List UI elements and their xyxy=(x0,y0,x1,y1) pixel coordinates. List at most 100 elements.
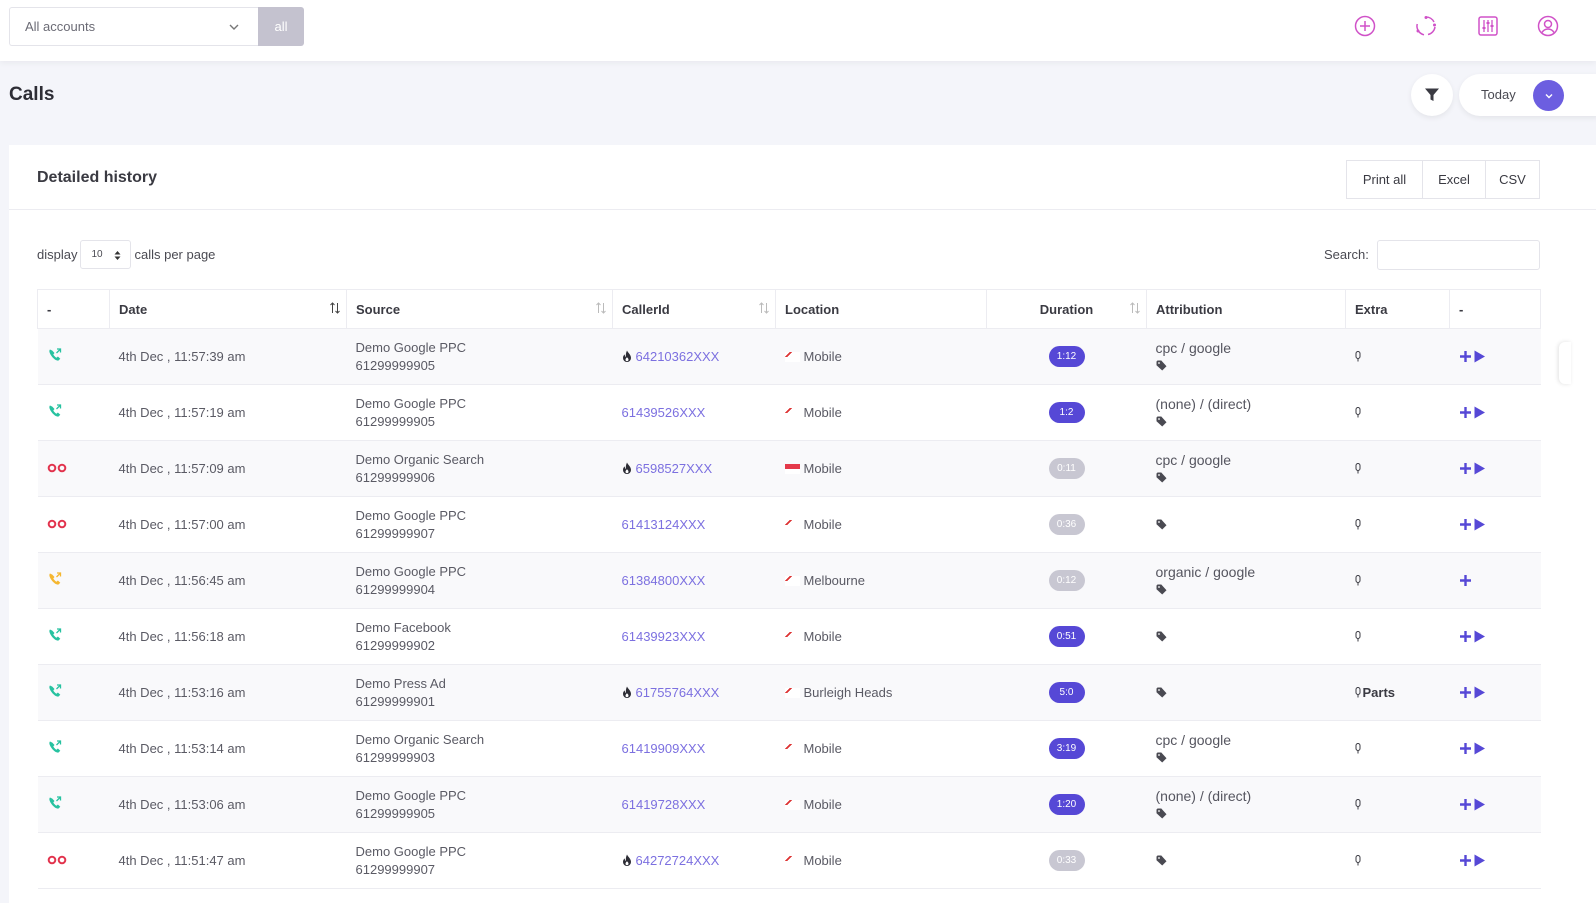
table-row[interactable]: 4th Dec , 11:57:39 am Demo Google PPC 61… xyxy=(37,328,1541,385)
source-cell: Demo Organic Search 61299999906 xyxy=(346,440,613,497)
excel-button[interactable]: Excel xyxy=(1422,160,1486,199)
tag-icon[interactable] xyxy=(1156,360,1167,371)
call-date: 4th Dec , 11:53:14 am xyxy=(109,720,347,777)
table-row[interactable]: 4th Dec , 11:53:06 am Demo Google PPC 61… xyxy=(37,776,1541,833)
table-row[interactable]: 4th Dec , 11:57:19 am Demo Google PPC 61… xyxy=(37,384,1541,441)
duration-cell: 1:12 xyxy=(986,328,1147,385)
mic-icon[interactable] xyxy=(1355,575,1361,586)
table-row[interactable]: 4th Dec , 11:56:45 am Demo Google PPC 61… xyxy=(37,552,1541,609)
add-note-icon[interactable] xyxy=(1459,742,1472,755)
callerid-link[interactable]: 61419909XXX xyxy=(622,741,706,756)
date-range-label: Today xyxy=(1481,87,1516,102)
tag-icon[interactable] xyxy=(1156,584,1167,595)
table-row[interactable]: 4th Dec , 11:56:18 am Demo Facebook 6129… xyxy=(37,608,1541,665)
play-recording-icon[interactable] xyxy=(1473,350,1486,363)
table-row[interactable]: 4th Dec , 11:51:47 am Demo Google PPC 61… xyxy=(37,832,1541,889)
callerid-link[interactable]: 61384800XXX xyxy=(622,573,706,588)
callerid-link[interactable]: 6598527XXX xyxy=(636,461,713,476)
table-row[interactable]: 4th Dec , 11:57:00 am Demo Google PPC 61… xyxy=(37,496,1541,553)
source-cell: Demo Google PPC 61299999905 xyxy=(346,776,613,833)
duration-badge: 1:12 xyxy=(1048,346,1085,367)
play-recording-icon[interactable] xyxy=(1473,518,1486,531)
tag-icon[interactable] xyxy=(1156,416,1167,427)
attribution-text: cpc / google xyxy=(1155,451,1232,468)
tag-icon[interactable] xyxy=(1156,472,1167,483)
col-header-date[interactable]: Date xyxy=(109,289,347,329)
add-circle-icon[interactable] xyxy=(1353,14,1377,38)
sort-icon xyxy=(759,302,769,314)
add-note-icon[interactable] xyxy=(1459,518,1472,531)
location-cell: Mobile xyxy=(775,832,987,889)
add-note-icon[interactable] xyxy=(1459,350,1472,363)
table-row[interactable]: 4th Dec , 11:53:16 am Demo Press Ad 6129… xyxy=(37,664,1541,721)
add-note-icon[interactable] xyxy=(1459,854,1472,867)
mic-icon[interactable] xyxy=(1355,687,1361,698)
callerid-link[interactable]: 61413124XXX xyxy=(622,517,706,532)
play-recording-icon[interactable] xyxy=(1473,406,1486,419)
mic-icon[interactable] xyxy=(1355,351,1361,362)
callerid-link[interactable]: 64272724XXX xyxy=(636,853,720,868)
filter-button[interactable] xyxy=(1411,74,1453,116)
add-note-icon[interactable] xyxy=(1459,462,1472,475)
date-range-dropdown-button[interactable] xyxy=(1533,80,1564,111)
add-note-icon[interactable] xyxy=(1459,630,1472,643)
csv-button[interactable]: CSV xyxy=(1485,160,1540,199)
callerid-link[interactable]: 61419728XXX xyxy=(622,797,706,812)
callerid-link[interactable]: 64210362XXX xyxy=(636,349,720,364)
duration-cell: 0:33 xyxy=(986,832,1147,889)
table-row[interactable]: 4th Dec , 11:57:09 am Demo Organic Searc… xyxy=(37,440,1541,497)
add-note-icon[interactable] xyxy=(1459,406,1472,419)
call-status-cell xyxy=(37,720,110,777)
date-range-picker[interactable]: Today xyxy=(1459,74,1596,116)
mic-icon[interactable] xyxy=(1355,407,1361,418)
fire-icon xyxy=(622,462,631,474)
mic-icon[interactable] xyxy=(1355,463,1361,474)
col-header-callerid[interactable]: CallerId xyxy=(612,289,776,329)
col-header-source[interactable]: Source xyxy=(346,289,613,329)
play-recording-icon[interactable] xyxy=(1473,742,1486,755)
tag-icon[interactable] xyxy=(1156,752,1167,763)
add-note-icon[interactable] xyxy=(1459,798,1472,811)
all-accounts-button[interactable]: all xyxy=(258,7,304,46)
flag-icon xyxy=(784,575,800,586)
mic-icon[interactable] xyxy=(1355,855,1361,866)
play-recording-icon[interactable] xyxy=(1473,630,1486,643)
play-recording-icon[interactable] xyxy=(1473,854,1486,867)
duration-badge: 0:33 xyxy=(1048,850,1085,871)
flag-icon xyxy=(784,743,800,754)
attribution-text: cpc / google xyxy=(1155,731,1232,748)
side-panel-handle[interactable] xyxy=(1559,342,1571,384)
tracking-number: 61299999906 xyxy=(355,469,436,485)
play-recording-icon[interactable] xyxy=(1473,462,1486,475)
mic-icon[interactable] xyxy=(1355,799,1361,810)
chevron-down-icon xyxy=(229,24,239,30)
add-note-icon[interactable] xyxy=(1459,686,1472,699)
table-row[interactable]: 4th Dec , 11:53:14 am Demo Organic Searc… xyxy=(37,720,1541,777)
mic-icon[interactable] xyxy=(1355,519,1361,530)
account-select[interactable]: All accounts xyxy=(9,7,258,46)
tag-icon[interactable] xyxy=(1156,631,1167,642)
col-header-actions: - xyxy=(1449,289,1541,329)
add-note-icon[interactable] xyxy=(1459,574,1472,587)
source-name: Demo Google PPC xyxy=(355,339,467,355)
per-page-select[interactable]: 10 xyxy=(80,240,132,269)
sync-icon[interactable] xyxy=(1414,14,1438,38)
tag-icon[interactable] xyxy=(1156,687,1167,698)
sliders-icon[interactable] xyxy=(1476,14,1500,38)
call-status-cell xyxy=(37,776,110,833)
tag-icon[interactable] xyxy=(1156,855,1167,866)
mic-icon[interactable] xyxy=(1355,743,1361,754)
col-header-duration[interactable]: Duration xyxy=(986,289,1147,329)
tag-icon[interactable] xyxy=(1156,519,1167,530)
callerid-link[interactable]: 61755764XXX xyxy=(636,685,720,700)
extra-cell xyxy=(1345,776,1450,833)
mic-icon[interactable] xyxy=(1355,631,1361,642)
print-all-button[interactable]: Print all xyxy=(1346,160,1423,199)
tag-icon[interactable] xyxy=(1156,808,1167,819)
search-input[interactable] xyxy=(1377,240,1540,270)
user-circle-icon[interactable] xyxy=(1536,14,1560,38)
play-recording-icon[interactable] xyxy=(1473,798,1486,811)
play-recording-icon[interactable] xyxy=(1473,686,1486,699)
callerid-link[interactable]: 61439923XXX xyxy=(622,629,706,644)
callerid-link[interactable]: 61439526XXX xyxy=(622,405,706,420)
